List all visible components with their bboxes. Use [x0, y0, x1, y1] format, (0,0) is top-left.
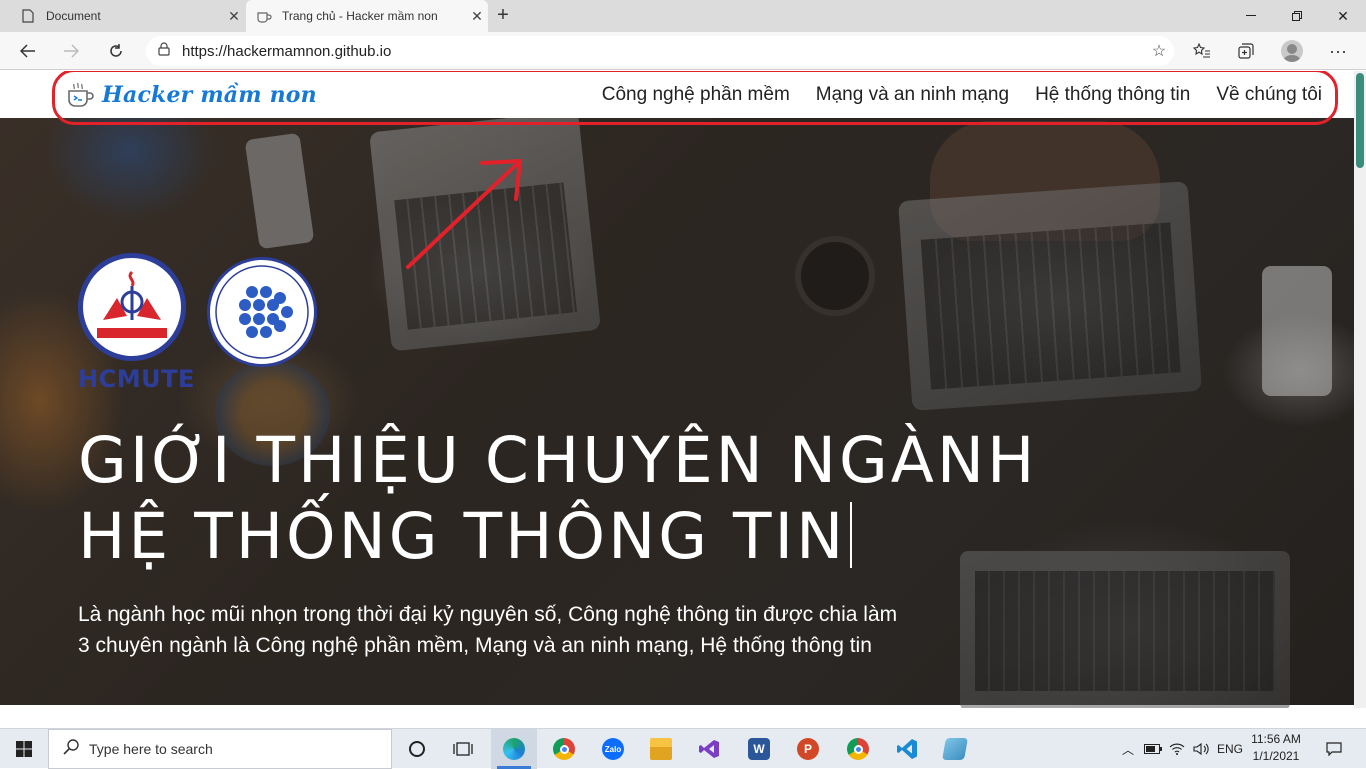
- visual-studio-icon[interactable]: [686, 729, 732, 769]
- tab-title: Trang chủ - Hacker mầm non: [282, 9, 438, 23]
- tab-home[interactable]: Trang chủ - Hacker mầm non ✕: [246, 0, 488, 32]
- maximize-icon[interactable]: [1274, 0, 1320, 32]
- hero-subtitle-line: Là ngành học mũi nhọn trong thời đại kỷ …: [78, 603, 898, 626]
- background-phone: [1262, 266, 1332, 396]
- powerpoint-icon[interactable]: P: [785, 729, 831, 769]
- school-abbreviation: HCMUTE: [78, 365, 195, 393]
- background-laptop: [369, 110, 601, 352]
- chevron-up-icon[interactable]: ︿: [1118, 729, 1138, 769]
- wifi-icon[interactable]: [1166, 729, 1188, 769]
- page-scrollbar[interactable]: [1354, 71, 1366, 708]
- close-tab-icon[interactable]: ✕: [466, 8, 488, 25]
- star-icon[interactable]: ☆: [1144, 41, 1174, 61]
- collections-icon[interactable]: [1230, 36, 1262, 66]
- brand-name: Hacker mầm non: [102, 82, 317, 108]
- vscode-icon[interactable]: [884, 729, 930, 769]
- lock-icon[interactable]: [158, 41, 170, 61]
- close-window-icon[interactable]: ✕: [1320, 0, 1366, 32]
- notepad-icon[interactable]: [932, 729, 978, 769]
- refresh-icon[interactable]: [101, 36, 131, 66]
- background-mug: [795, 236, 875, 316]
- faculty-high-quality-logo: [207, 257, 317, 367]
- chrome-alt-icon[interactable]: [835, 729, 881, 769]
- word-icon[interactable]: W: [736, 729, 782, 769]
- chrome-icon[interactable]: [541, 729, 587, 769]
- back-arrow-icon[interactable]: [13, 36, 43, 66]
- search-icon: [63, 738, 79, 760]
- system-clock[interactable]: 11:56 AM 1/1/2021: [1246, 731, 1306, 765]
- scrollbar-thumb[interactable]: [1356, 73, 1364, 168]
- coffee-cup-icon: [68, 82, 94, 107]
- edge-icon[interactable]: [491, 729, 537, 769]
- address-bar[interactable]: https://hackermamnon.github.io ☆: [146, 36, 1174, 66]
- browser-tab-strip: Document ✕ Trang chủ - Hacker mầm non ✕ …: [0, 0, 1366, 32]
- hero-title: GIỚI THIỆU CHUYÊN NGÀNH HỆ THỐNG THÔNG T…: [78, 423, 1178, 575]
- coffee-cup-icon: [256, 8, 272, 24]
- typing-caret: [850, 502, 853, 568]
- url-text[interactable]: https://hackermamnon.github.io: [182, 43, 1144, 60]
- tab-title: Document: [46, 9, 101, 23]
- notifications-icon[interactable]: [1318, 729, 1350, 769]
- search-placeholder: Type here to search: [89, 741, 213, 757]
- language-indicator[interactable]: ENG: [1214, 729, 1246, 769]
- menu-item-about-us[interactable]: Về chúng tôi: [1216, 84, 1322, 106]
- zalo-icon[interactable]: Zalo: [590, 729, 636, 769]
- hero-title-line: GIỚI THIỆU CHUYÊN NGÀNH: [78, 424, 1038, 497]
- web-page: Hacker mầm non Công nghệ phần mềm Mạng v…: [0, 71, 1354, 708]
- hero-title-text: HỆ THỐNG THÔNG TIN: [78, 500, 847, 573]
- site-navbar: Hacker mầm non Công nghệ phần mềm Mạng v…: [0, 71, 1354, 118]
- background-phone: [244, 132, 315, 250]
- favorites-icon[interactable]: [1186, 36, 1218, 66]
- hero-subtitle: Là ngành học mũi nhọn trong thời đại kỷ …: [78, 599, 978, 661]
- hero-subtitle-line: 3 chuyên ngành là Công nghệ phần mềm, Mạ…: [78, 634, 872, 657]
- menu-item-software-engineering[interactable]: Công nghệ phần mềm: [602, 84, 790, 106]
- file-explorer-icon[interactable]: [638, 729, 684, 769]
- browser-toolbar: https://hackermamnon.github.io ☆ ···: [0, 32, 1366, 70]
- document-icon: [20, 8, 36, 24]
- hero-title-line: HỆ THỐNG THÔNG TIN: [78, 499, 1178, 575]
- forward-arrow-icon[interactable]: [56, 36, 86, 66]
- new-tab-button[interactable]: +: [492, 4, 514, 26]
- windows-start-icon[interactable]: [0, 729, 48, 769]
- hcmute-logo: HCMUTE: [78, 253, 195, 398]
- profile-avatar[interactable]: [1276, 36, 1308, 66]
- cortana-icon[interactable]: [394, 729, 440, 769]
- menu-item-information-systems[interactable]: Hệ thống thông tin: [1035, 84, 1190, 106]
- task-view-icon[interactable]: [440, 729, 486, 769]
- page-bottom-strip: [0, 708, 1366, 728]
- minimize-icon[interactable]: [1228, 0, 1274, 32]
- more-icon[interactable]: ···: [1322, 36, 1354, 66]
- tab-document[interactable]: Document ✕: [10, 0, 245, 32]
- clock-time: 11:56 AM: [1251, 732, 1301, 746]
- taskbar-search-input[interactable]: Type here to search: [48, 729, 392, 769]
- menu-item-networking-security[interactable]: Mạng và an ninh mạng: [816, 84, 1009, 106]
- volume-icon[interactable]: [1190, 729, 1212, 769]
- site-brand[interactable]: Hacker mầm non: [66, 77, 317, 113]
- windows-taskbar: Type here to search Zalo W P ︿ ENG 11:56…: [0, 728, 1366, 769]
- close-tab-icon[interactable]: ✕: [223, 8, 245, 25]
- main-menu: Công nghệ phần mềm Mạng và an ninh mạng …: [576, 71, 1322, 118]
- battery-icon[interactable]: [1142, 729, 1164, 769]
- background-laptop: [898, 181, 1202, 411]
- clock-date: 1/1/2021: [1252, 749, 1300, 763]
